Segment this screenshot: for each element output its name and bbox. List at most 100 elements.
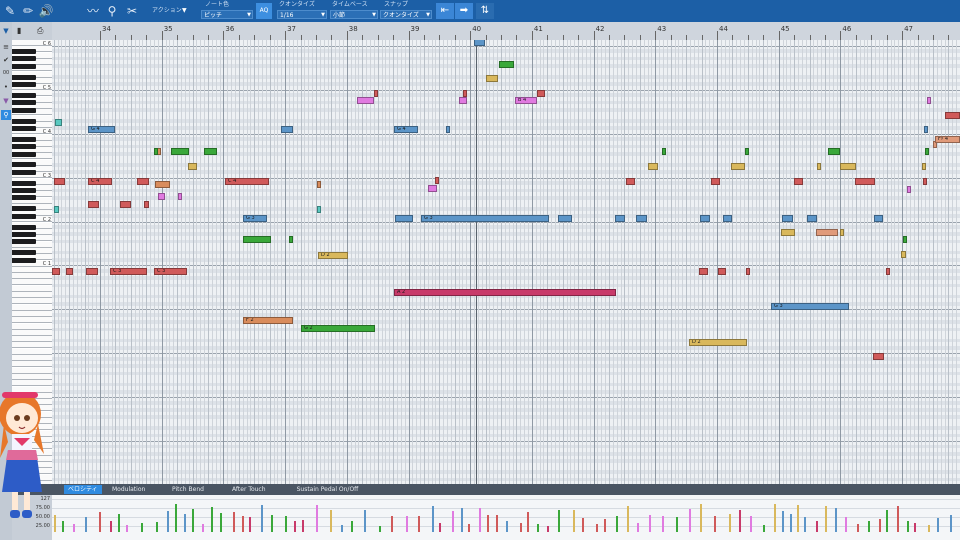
midi-note[interactable] <box>188 163 197 170</box>
velocity-bar[interactable] <box>729 513 731 532</box>
midi-note[interactable] <box>435 177 439 184</box>
velocity-bar[interactable] <box>816 520 818 532</box>
black-key[interactable] <box>12 144 36 150</box>
playhead[interactable] <box>476 40 478 484</box>
midi-note[interactable] <box>901 251 906 258</box>
midi-note[interactable] <box>374 90 378 97</box>
black-key[interactable] <box>12 63 36 69</box>
controller-tab[interactable]: ベロシティ <box>64 485 102 494</box>
velocity-bar[interactable] <box>126 524 128 532</box>
midi-note[interactable] <box>144 201 149 208</box>
velocity-bar[interactable] <box>547 525 549 532</box>
midi-note[interactable] <box>499 61 514 68</box>
velocity-bar[interactable] <box>714 516 716 532</box>
black-key[interactable] <box>12 107 36 113</box>
list-icon[interactable]: ≡ <box>1 42 11 52</box>
black-key[interactable] <box>12 224 36 230</box>
velocity-bar[interactable] <box>527 512 529 532</box>
midi-note[interactable] <box>357 97 374 104</box>
midi-note[interactable] <box>925 148 929 155</box>
black-key[interactable] <box>12 213 36 219</box>
controller-tab[interactable]: Pitch Bend <box>168 485 208 494</box>
white-key[interactable] <box>12 336 52 343</box>
velocity-bar[interactable] <box>184 513 186 532</box>
midi-note[interactable] <box>55 119 62 126</box>
midi-note[interactable]: C 3 <box>154 268 187 275</box>
velocity-bar[interactable] <box>537 523 539 532</box>
velocity-bar[interactable] <box>804 517 806 532</box>
midi-note[interactable] <box>474 40 485 46</box>
midi-note[interactable] <box>923 178 927 185</box>
midi-note[interactable] <box>289 236 293 243</box>
black-key[interactable] <box>12 136 36 142</box>
velocity-bar[interactable] <box>202 524 204 532</box>
velocity-bar[interactable] <box>461 507 463 532</box>
velocity-bar[interactable] <box>468 524 470 532</box>
midi-note[interactable] <box>699 268 708 275</box>
velocity-bar[interactable] <box>797 504 799 532</box>
velocity-bar[interactable] <box>604 519 606 532</box>
midi-note[interactable] <box>428 185 437 192</box>
printer-icon[interactable]: ⎙ <box>37 26 43 36</box>
black-key[interactable] <box>12 92 36 98</box>
velocity-bar[interactable] <box>582 518 584 532</box>
midi-note[interactable] <box>154 148 158 155</box>
black-key[interactable] <box>12 125 36 131</box>
black-key[interactable] <box>12 49 36 55</box>
velocity-bar[interactable] <box>774 504 776 532</box>
velocity-bar[interactable] <box>242 516 244 532</box>
midi-note[interactable] <box>711 178 720 185</box>
midi-note[interactable] <box>178 193 182 200</box>
black-key[interactable] <box>12 180 36 186</box>
white-key[interactable] <box>12 310 52 317</box>
velocity-bar[interactable] <box>763 524 765 532</box>
midi-note[interactable] <box>446 126 450 133</box>
velocity-bar[interactable] <box>351 521 353 532</box>
white-key[interactable] <box>12 361 52 368</box>
midi-note[interactable]: D 2 <box>689 339 747 346</box>
velocity-bar[interactable] <box>750 516 752 532</box>
velocity-bar[interactable] <box>294 520 296 532</box>
chevron-down-icon[interactable]: ▼ <box>182 7 187 14</box>
note-color-select[interactable]: ピッチ ▼ <box>201 10 253 19</box>
midi-note[interactable] <box>840 229 844 236</box>
velocity-bar[interactable] <box>439 522 441 532</box>
velocity-bar[interactable] <box>211 506 213 532</box>
midi-note[interactable]: G 3 <box>421 215 549 222</box>
velocity-bar[interactable] <box>596 524 598 532</box>
black-key[interactable] <box>12 206 36 212</box>
midi-note[interactable]: D 2 <box>318 252 348 259</box>
midi-note[interactable] <box>636 215 647 222</box>
bar-ruler[interactable]: 34 35 36 37 38 39 40 41 42 43 44 45 46 47 <box>52 22 960 41</box>
velocity-bar[interactable] <box>341 525 343 532</box>
velocity-bar[interactable] <box>689 508 691 532</box>
split-view-icon[interactable]: ⇅ <box>476 3 494 19</box>
quantize-select[interactable]: 1/16 ▼ <box>277 10 327 19</box>
midi-note[interactable] <box>137 178 149 185</box>
midi-note[interactable] <box>66 268 73 275</box>
follow-arrow-icon[interactable]: ➡ <box>455 3 473 19</box>
velocity-bar[interactable] <box>391 516 393 532</box>
panel-icon[interactable]: ▮ <box>17 26 21 35</box>
velocity-bar[interactable] <box>676 516 678 532</box>
midi-note[interactable] <box>816 229 838 236</box>
midi-note[interactable] <box>924 126 928 133</box>
tool-icon[interactable]: ✎ <box>2 3 18 19</box>
midi-note[interactable]: G 3 <box>243 215 267 222</box>
velocity-bar[interactable] <box>897 506 899 532</box>
velocity-bar[interactable] <box>573 510 575 532</box>
velocity-bar[interactable] <box>452 511 454 532</box>
midi-note[interactable] <box>243 236 271 243</box>
black-key[interactable] <box>12 250 36 256</box>
scissors-icon[interactable]: ✂ <box>124 3 140 19</box>
midi-note[interactable] <box>171 148 189 155</box>
white-key[interactable] <box>12 317 52 324</box>
velocity-bar[interactable] <box>167 511 169 532</box>
black-key[interactable] <box>12 169 36 175</box>
velocity-bar[interactable] <box>928 525 930 532</box>
velocity-bar[interactable] <box>835 507 837 532</box>
white-key[interactable] <box>12 342 52 349</box>
white-key[interactable] <box>12 304 52 311</box>
white-key[interactable] <box>12 279 52 286</box>
midi-note[interactable] <box>718 268 726 275</box>
